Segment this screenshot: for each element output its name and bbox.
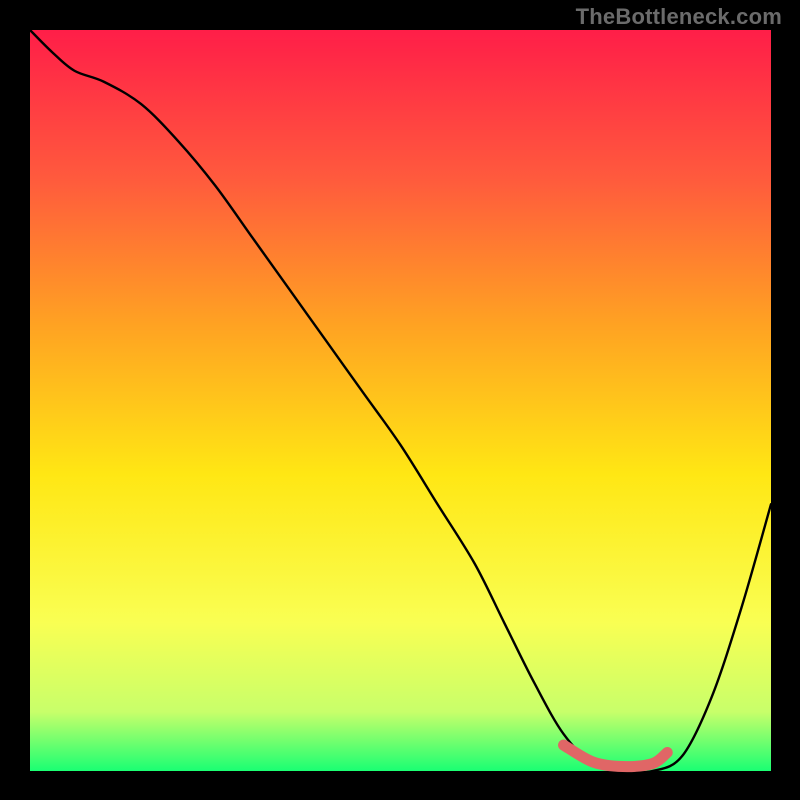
- plot-background: [30, 30, 771, 771]
- bottleneck-chart: TheBottleneck.com: [0, 0, 800, 800]
- watermark-text: TheBottleneck.com: [576, 4, 782, 30]
- chart-svg: [0, 0, 800, 800]
